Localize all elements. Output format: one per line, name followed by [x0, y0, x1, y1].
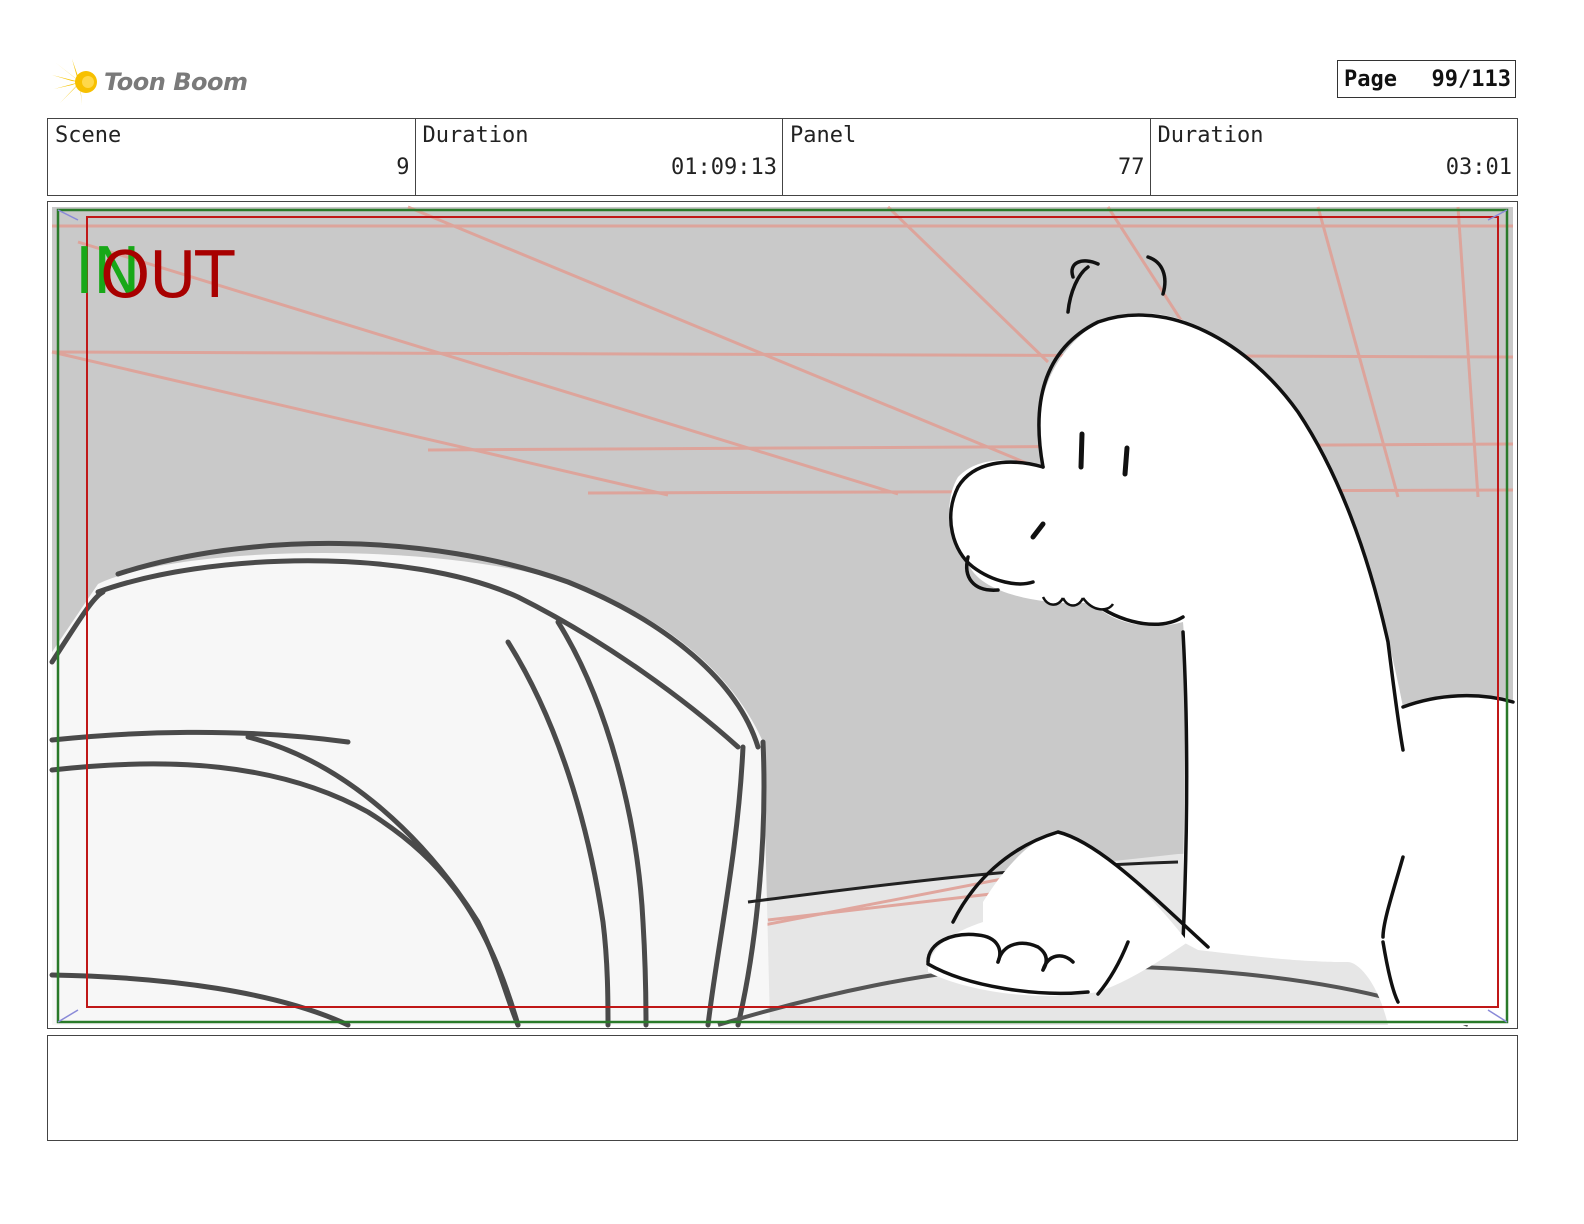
panel-duration-label: Duration: [1157, 123, 1264, 148]
starburst-icon: [52, 59, 97, 105]
page-indicator: Page 99/113: [1337, 60, 1516, 98]
panel-duration-cell: Duration 03:01: [1151, 119, 1518, 195]
scene-duration-cell: Duration 01:09:13: [416, 119, 783, 195]
sketch-drawing: [49, 205, 1515, 1028]
panel-duration-value: 03:01: [1445, 155, 1512, 180]
storyboard-panel-image: IN OUT: [47, 201, 1518, 1029]
out-marker: OUT: [100, 239, 234, 313]
brand-name: Toon Boom: [104, 68, 248, 96]
panel-cell: Panel 77: [783, 119, 1151, 195]
panel-value: 77: [1118, 155, 1145, 180]
page-label: Page: [1344, 66, 1397, 92]
scene-label: Scene: [55, 123, 122, 148]
scene-cell: Scene 9: [48, 119, 416, 195]
panel-label: Panel: [790, 123, 857, 148]
page-number: 99/113: [1431, 66, 1511, 92]
scene-duration-label: Duration: [422, 123, 529, 148]
toon-boom-logo: Toon Boom: [52, 56, 248, 108]
panel-notes-area: [47, 1035, 1518, 1141]
info-header-table: Scene 9 Duration 01:09:13 Panel 77 Durat…: [47, 118, 1518, 196]
scene-duration-value: 01:09:13: [671, 155, 777, 180]
scene-value: 9: [396, 155, 410, 180]
